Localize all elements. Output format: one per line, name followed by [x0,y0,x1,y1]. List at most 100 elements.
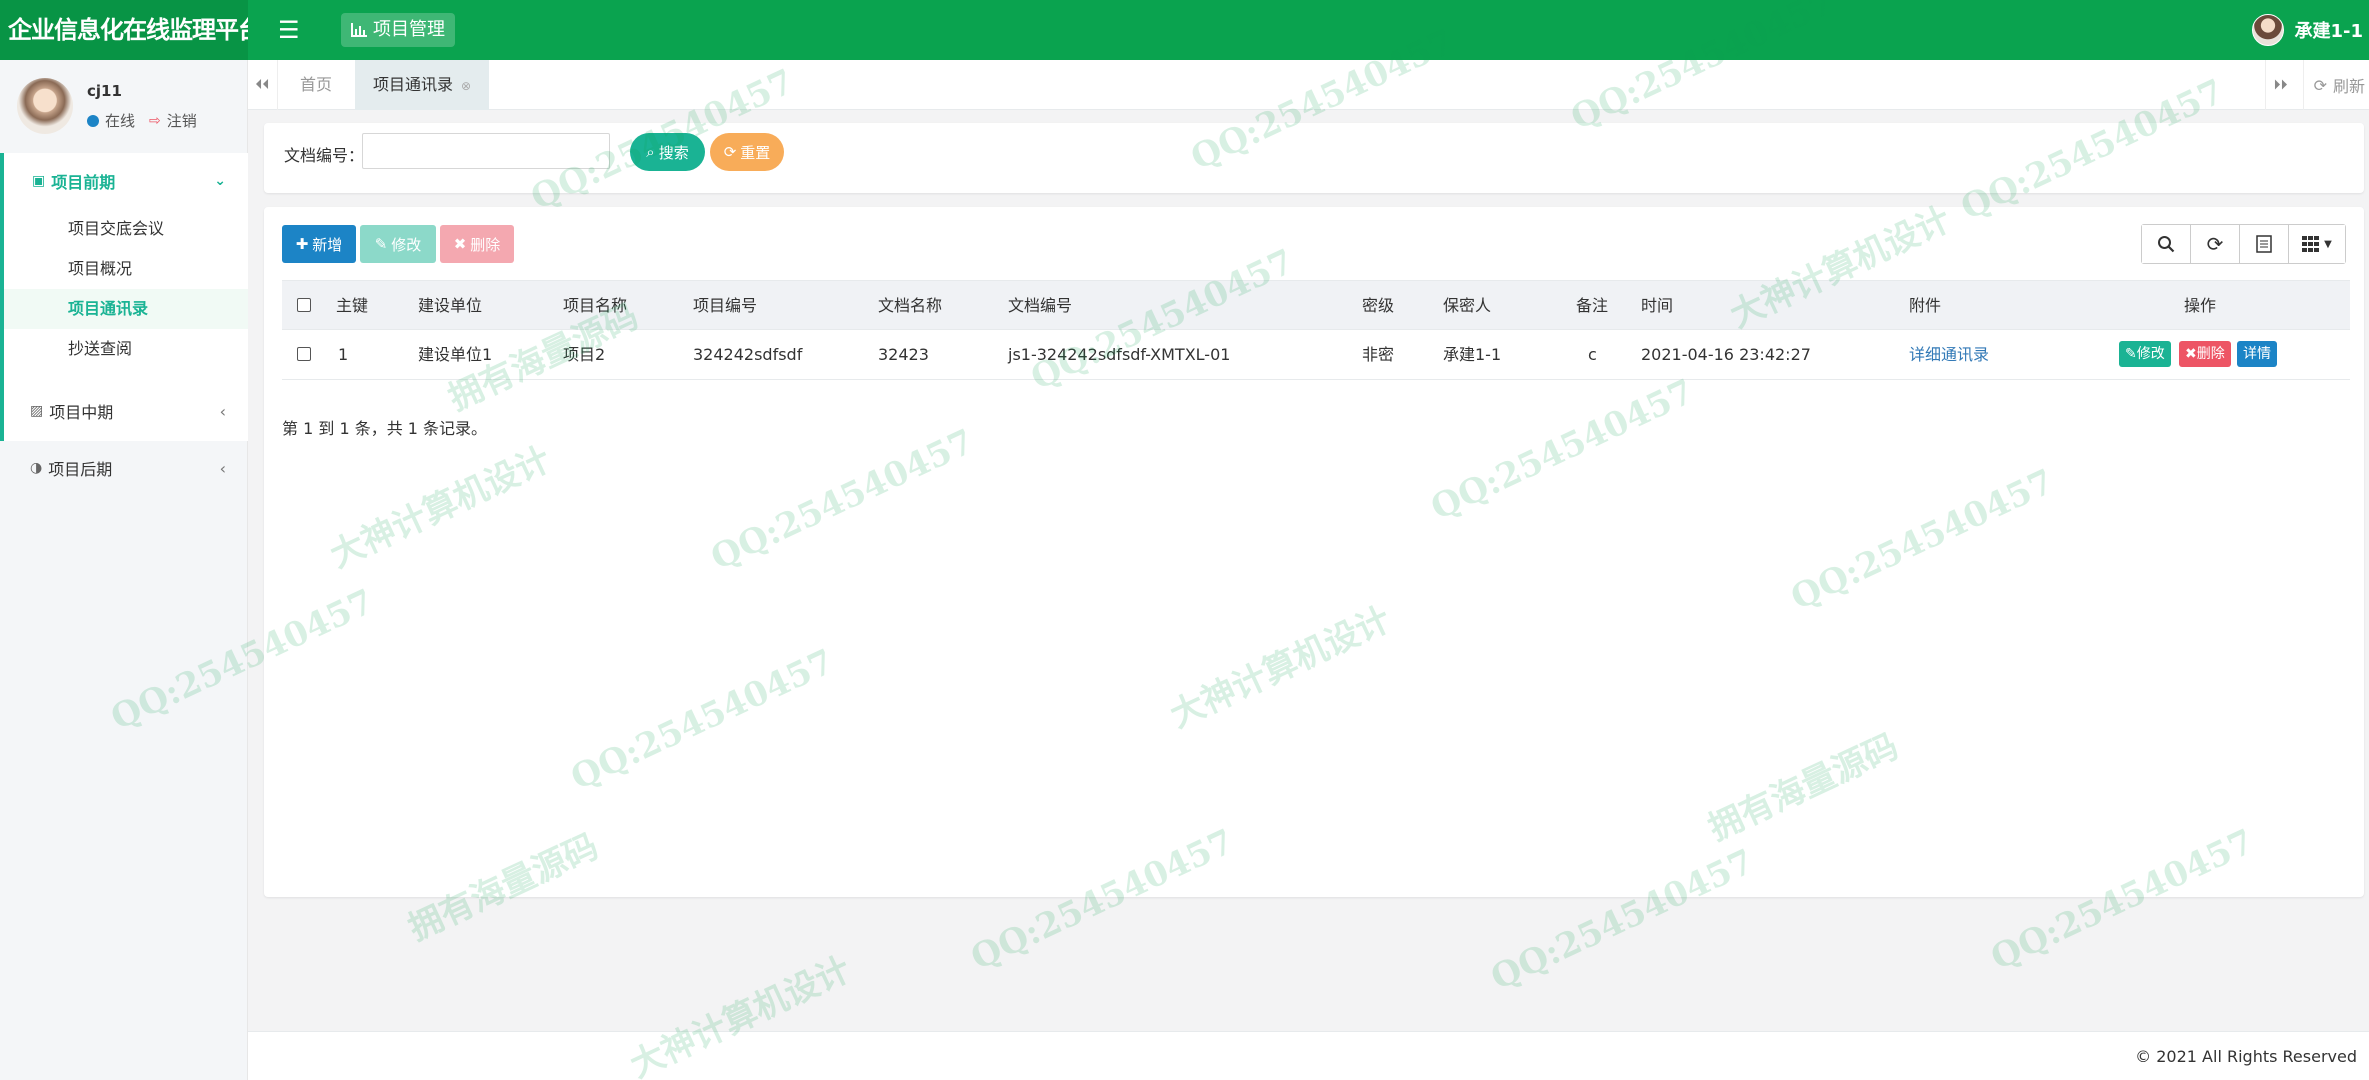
sidebar-item-label: 项目中期 [49,403,114,422]
tabs-scroll-right-icon[interactable]: ⏵⏵ [2265,60,2295,110]
cell-project: 项目2 [563,345,606,364]
cell-level: 非密 [1362,345,1395,364]
refresh-icon: ⟳ [723,143,737,161]
plus-icon: ✚ [295,235,309,253]
chevron-left-icon: ‹ [219,458,226,478]
top-navbar: 企业信息化在线监理平台 ☰ 项目管理 承建1-1 [0,0,2369,60]
row-checkbox[interactable] [297,347,311,361]
profile-panel: cj11 在线 ⇨ 注销 [0,60,247,152]
cell-id: 1 [338,345,349,364]
profile-status: 在线 ⇨ 注销 [87,110,197,131]
top-module-label: 项目管理 [373,19,445,40]
list-alt-icon [2256,235,2272,253]
tab-home[interactable]: 首页 [282,60,350,110]
portrait-icon: ▨ [30,403,44,419]
tab-project-contacts[interactable]: 项目通讯录 ⊗ [355,60,490,110]
sidebar-item-late-phase[interactable]: ◑ 项目后期 ‹ [0,440,248,496]
top-user-name: 承建1-1 [2294,21,2363,42]
table-refresh-button[interactable]: ⟳ [2191,225,2240,263]
cell-time: 2021-04-16 23:42:27 [1641,345,1811,364]
bar-chart-icon [351,23,367,37]
times-icon: ✖ [453,235,467,253]
cell-project-no: 324242sdfsdf [693,345,803,364]
table-row[interactable]: 1 建设单位1 项目2 324242sdfsdf 32423 js1-32424… [282,330,2350,380]
refresh-label: 刷新 [2332,77,2365,96]
online-dot-icon [87,114,99,127]
sidebar-item-mid-phase[interactable]: ▨ 项目中期 ‹ [0,383,248,439]
add-button-label: 新增 [312,235,343,254]
row-edit-button[interactable]: ✎修改 [2119,341,2171,367]
sidebar-item-project-contacts[interactable]: 项目通讯录 [4,289,248,329]
tabs-scroll-left-icon[interactable]: ⏴⏴ [248,60,278,110]
column-header-attachment: 附件 [1909,296,1942,315]
reset-button-label: 重置 [740,143,771,162]
reset-button[interactable]: ⟳ 重置 [710,133,784,171]
copyright: © 2021 All Rights Reserved [2135,1047,2357,1066]
column-header-remark: 备注 [1576,296,1609,315]
sidebar-item-label: 项目前期 [51,173,116,192]
sign-out-icon: ⇨ [149,112,161,129]
top-module-project-management[interactable]: 项目管理 [341,13,455,47]
cell-remark: c [1588,345,1597,364]
profile-name: cj11 [87,82,122,100]
delete-button[interactable]: ✖ 删除 [440,225,514,263]
delete-button-label: 删除 [470,235,501,254]
column-header-project: 项目名称 [563,296,628,315]
table-search-button[interactable] [2142,225,2191,263]
table-columns-button[interactable]: ▼ [2289,225,2345,263]
table-header: 主键 建设单位 项目名称 项目编号 文档名称 文档编号 密级 保密人 备注 时间… [282,280,2350,330]
logout-link[interactable]: 注销 [167,110,197,131]
sidebar-item-kickoff-meeting[interactable]: 项目交底会议 [4,209,248,249]
tabs-bar: ⏴⏴ 首页 项目通讯录 ⊗ ⏵⏵ ⟳ 刷新 [248,60,2369,110]
tab-label: 项目通讯录 [373,75,454,94]
column-header-doc-name: 文档名称 [878,296,943,315]
times-icon: ✖ [2185,346,2197,362]
contacts-table: 主键 建设单位 项目名称 项目编号 文档名称 文档编号 密级 保密人 备注 时间… [282,280,2350,380]
top-user-menu[interactable]: 承建1-1 [2252,14,2363,46]
th-icon [2302,236,2320,252]
sidebar-item-label: 项目后期 [48,460,113,479]
chevron-down-icon: ⌄ [214,173,226,189]
edit-icon: ✎ [2125,346,2137,362]
adjust-icon: ◑ [30,460,43,476]
sidebar-item-cc-review[interactable]: 抄送查阅 [4,329,248,369]
avatar [2252,14,2285,46]
sidebar: cj11 在线 ⇨ 注销 ▣ 项目前期 ⌄ 项目交底会议 项目概况 项目通讯录 … [0,60,248,1080]
edit-icon: ✎ [374,235,388,253]
cell-keeper: 承建1-1 [1443,345,1502,364]
table-tools: ⟳ ▼ [2141,224,2346,264]
select-all-checkbox[interactable] [297,298,311,312]
column-header-time: 时间 [1641,296,1674,315]
sidebar-item-pre-phase[interactable]: ▣ 项目前期 ⌄ [4,153,248,209]
row-delete-label: 删除 [2196,346,2225,362]
table-panel: ✚ 新增 ✎ 修改 ✖ 删除 ⟳ ▼ 主键 建设单位 项目名称 项目编号 文档名… [264,207,2364,897]
app-title: 企业信息化在线监理平台 [0,0,248,60]
search-panel: 文档编号： ⌕ 搜索 ⟳ 重置 [264,123,2364,193]
row-delete-button[interactable]: ✖删除 [2179,341,2231,367]
search-button[interactable]: ⌕ 搜索 [630,133,705,171]
column-header-keeper: 保密人 [1443,296,1492,315]
column-header-level: 密级 [1362,296,1395,315]
row-detail-button[interactable]: 详情 [2237,341,2277,367]
cell-doc-no: js1-324242sdfsdf-XMTXL-01 [1008,345,1231,364]
row-detail-label: 详情 [2243,346,2271,362]
column-header-id: 主键 [336,296,369,315]
cell-doc-name: 32423 [878,345,929,364]
sidebar-item-project-overview[interactable]: 项目概况 [4,249,248,289]
table-toggle-view-button[interactable] [2240,225,2289,263]
edit-button-label: 修改 [391,235,422,254]
online-label: 在线 [105,112,136,130]
row-edit-label: 修改 [2136,346,2165,362]
menu-toggle-icon[interactable]: ☰ [278,16,300,44]
attachment-link[interactable]: 详细通讯录 [1909,330,1989,380]
doc-number-input[interactable] [362,133,610,169]
search-icon: ⌕ [646,143,655,161]
cell-unit: 建设单位1 [418,345,493,364]
close-icon[interactable]: ⊗ [461,79,471,93]
refresh-button[interactable]: ⟳ 刷新 [2302,60,2369,110]
search-icon [2158,236,2175,253]
add-button[interactable]: ✚ 新增 [282,225,356,263]
pagination-summary: 第 1 到 1 条，共 1 条记录。 [282,419,488,438]
footer: © 2021 All Rights Reserved [248,1031,2369,1080]
edit-button[interactable]: ✎ 修改 [360,225,436,263]
